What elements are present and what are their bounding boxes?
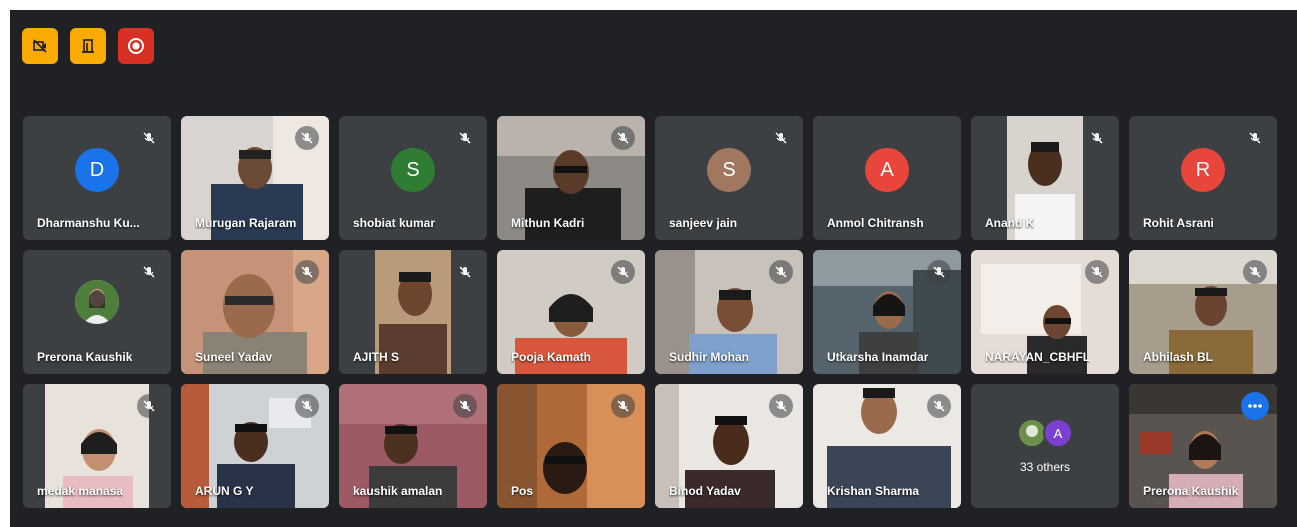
participant-name: Utkarsha Inamdar: [827, 350, 929, 364]
participant-name: Krishan Sharma: [827, 484, 920, 498]
mic-off-icon: [769, 394, 793, 418]
participant-name: Binod Yadav: [669, 484, 741, 498]
mic-off-icon: [769, 126, 793, 150]
participant-tile[interactable]: R Rohit Asrani: [1129, 116, 1277, 240]
mic-off-icon: [1085, 126, 1109, 150]
participant-tile[interactable]: Anand K: [971, 116, 1119, 240]
mic-off-icon: [137, 260, 161, 284]
participant-tile[interactable]: Krishan Sharma: [813, 384, 961, 508]
mic-off-icon: [611, 394, 635, 418]
video-off-button[interactable]: [22, 28, 58, 64]
avatar: [75, 280, 119, 324]
participant-tile[interactable]: Utkarsha Inamdar: [813, 250, 961, 374]
participant-tile[interactable]: Pos: [497, 384, 645, 508]
avatar: S: [391, 148, 435, 192]
participant-name: Prerona Kaushik: [37, 350, 133, 364]
participant-tile[interactable]: AJITH S: [339, 250, 487, 374]
avatar: R: [1181, 148, 1225, 192]
avatar: A: [1043, 418, 1073, 448]
others-count-label: 33 others: [1019, 460, 1071, 474]
mic-off-icon: [137, 394, 161, 418]
others-avatars: A: [971, 418, 1119, 448]
mic-off-icon: [453, 260, 477, 284]
participant-tile[interactable]: Pooja Kamath: [497, 250, 645, 374]
mic-off-icon: [453, 394, 477, 418]
others-tile[interactable]: A 33 others: [971, 384, 1119, 508]
participant-tile[interactable]: D Dharmanshu Ku...: [23, 116, 171, 240]
mic-off-icon: [453, 126, 477, 150]
participant-name: Suneel Yadav: [195, 350, 273, 364]
meeting-toolbar: [22, 28, 154, 64]
participant-name: AJITH S: [353, 350, 400, 364]
avatar: S: [707, 148, 751, 192]
mic-off-icon: [611, 126, 635, 150]
participant-name: Sudhir Mohan: [669, 350, 749, 364]
participant-tile[interactable]: medak manasa: [23, 384, 171, 508]
participant-name: shobiat kumar: [353, 216, 436, 230]
participant-name: Rohit Asrani: [1143, 216, 1214, 230]
participant-name: Dharmanshu Ku...: [37, 216, 140, 230]
mic-off-icon: [927, 394, 951, 418]
participant-name: Pos: [511, 484, 534, 498]
mic-off-icon: [295, 394, 319, 418]
participant-name: Anand K: [985, 216, 1035, 230]
participant-tile[interactable]: NARAYAN_CBHFL: [971, 250, 1119, 374]
participant-tile[interactable]: Prerona Kaushik: [23, 250, 171, 374]
more-horizontal-icon: [1248, 404, 1262, 408]
mic-off-icon: [1085, 260, 1109, 284]
leave-door-button[interactable]: [70, 28, 106, 64]
avatar: D: [75, 148, 119, 192]
participant-name: NARAYAN_CBHFL: [985, 350, 1091, 364]
mic-off-icon: [611, 260, 635, 284]
participant-tile[interactable]: A Anmol Chitransh: [813, 116, 961, 240]
participant-tile[interactable]: Abhilash BL: [1129, 250, 1277, 374]
participant-tile[interactable]: kaushik amalan: [339, 384, 487, 508]
record-icon: [128, 38, 144, 54]
participant-tile[interactable]: Suneel Yadav: [181, 250, 329, 374]
more-options-button[interactable]: [1241, 392, 1269, 420]
participant-name: Abhilash BL: [1143, 350, 1214, 364]
door-exit-icon: [82, 39, 94, 53]
participant-name: Prerona Kaushik: [1143, 484, 1239, 498]
participant-name: Murugan Rajaram: [195, 216, 297, 230]
video-off-icon: [33, 39, 47, 53]
participant-tile[interactable]: Sudhir Mohan: [655, 250, 803, 374]
participant-tile[interactable]: Binod Yadav: [655, 384, 803, 508]
mic-off-icon: [295, 126, 319, 150]
participant-name: sanjeev jain: [669, 216, 738, 230]
participant-tile[interactable]: S shobiat kumar: [339, 116, 487, 240]
participant-name: kaushik amalan: [353, 484, 443, 498]
record-button[interactable]: [118, 28, 154, 64]
participant-name: medak manasa: [37, 484, 124, 498]
participant-tile[interactable]: ARUN G Y: [181, 384, 329, 508]
mic-off-icon: [1243, 260, 1267, 284]
meeting-stage: D Dharmanshu Ku... Murugan Rajaram S sho…: [10, 10, 1297, 527]
participant-name: ARUN G Y: [195, 484, 254, 498]
participant-name: Anmol Chitransh: [827, 216, 924, 230]
participant-tile[interactable]: Mithun Kadri: [497, 116, 645, 240]
mic-off-icon: [295, 260, 319, 284]
mic-off-icon: [769, 260, 793, 284]
participant-name: Pooja Kamath: [511, 350, 592, 364]
mic-off-icon: [137, 126, 161, 150]
participant-tile[interactable]: Murugan Rajaram: [181, 116, 329, 240]
participant-grid: D Dharmanshu Ku... Murugan Rajaram S sho…: [23, 116, 1277, 508]
participant-tile[interactable]: S sanjeev jain: [655, 116, 803, 240]
participant-name: Mithun Kadri: [511, 216, 585, 230]
mic-off-icon: [927, 260, 951, 284]
mic-off-icon: [1243, 126, 1267, 150]
avatar: A: [865, 148, 909, 192]
self-participant-tile[interactable]: Prerona Kaushik: [1129, 384, 1277, 508]
